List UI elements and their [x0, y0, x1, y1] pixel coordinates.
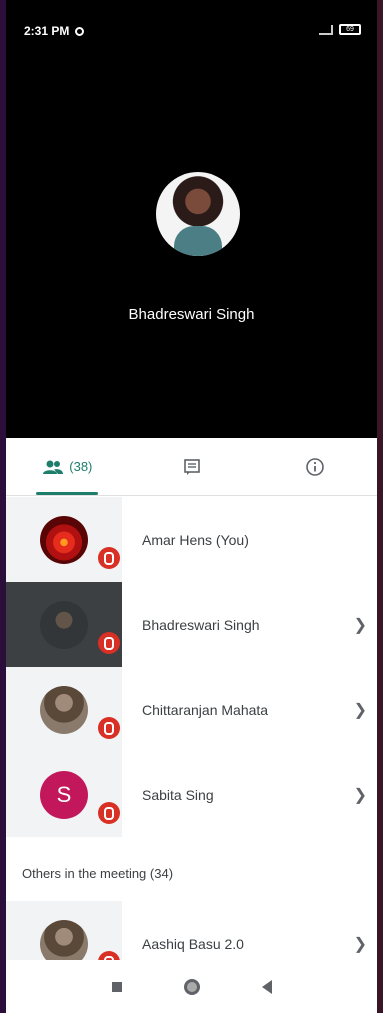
participant-name: Bhadreswari Singh — [142, 616, 260, 633]
others-section-header: Others in the meeting (34) — [22, 865, 174, 881]
location-icon — [75, 26, 85, 36]
chevron-right-icon[interactable]: ❯ — [354, 667, 367, 752]
recents-button[interactable] — [111, 981, 122, 992]
participant-thumb — [6, 497, 122, 582]
mic-off-icon — [98, 802, 120, 824]
tab-people[interactable]: (38) — [6, 438, 130, 495]
tab-info[interactable] — [253, 438, 377, 495]
chat-icon — [183, 458, 200, 475]
tab-chat[interactable] — [130, 438, 254, 495]
participant-name: Chittaranjan Mahata — [142, 701, 269, 718]
participant-thumb: S — [6, 752, 122, 837]
speaker-avatar — [156, 172, 240, 256]
participant-name: Sabita Sing — [142, 786, 214, 803]
signal-icon — [319, 24, 333, 35]
mic-off-icon — [98, 547, 120, 569]
info-icon — [306, 457, 324, 476]
participant-row[interactable]: Amar Hens (You) — [6, 497, 377, 582]
system-nav-bar — [6, 960, 377, 1013]
mic-off-icon — [98, 717, 120, 739]
active-speaker-video[interactable]: 2:31 PM 69 Bhadreswari Singh — [6, 0, 377, 438]
participant-thumb — [6, 582, 122, 667]
avatar — [40, 515, 88, 564]
avatar — [40, 600, 88, 649]
people-icon — [43, 460, 64, 474]
avatar: S — [40, 770, 88, 819]
participant-row[interactable]: Chittaranjan Mahata ❯ — [6, 667, 377, 752]
status-icons: 69 — [319, 24, 361, 35]
status-time: 2:31 PM — [24, 24, 70, 38]
back-button[interactable] — [261, 979, 272, 994]
participant-count: (38) — [69, 459, 93, 474]
participant-thumb — [6, 667, 122, 752]
mic-off-icon — [98, 632, 120, 654]
chevron-right-icon[interactable]: ❯ — [354, 582, 367, 667]
participant-list: Amar Hens (You) Bhadreswari Singh ❯ Chit… — [6, 497, 377, 986]
participant-name: Amar Hens (You) — [142, 531, 249, 548]
speaker-name: Bhadreswari Singh — [128, 306, 255, 323]
phone-frame: 2:31 PM 69 Bhadreswari Singh (38) Amar H… — [0, 0, 383, 1013]
battery-icon: 69 — [339, 24, 361, 35]
home-button[interactable] — [183, 978, 200, 995]
participant-row[interactable]: Bhadreswari Singh ❯ — [6, 582, 377, 667]
tab-bar: (38) — [6, 438, 377, 496]
avatar — [40, 685, 88, 734]
participant-row[interactable]: S Sabita Sing ❯ — [6, 752, 377, 837]
chevron-right-icon[interactable]: ❯ — [354, 752, 367, 837]
status-bar: 2:31 PM — [24, 24, 85, 38]
